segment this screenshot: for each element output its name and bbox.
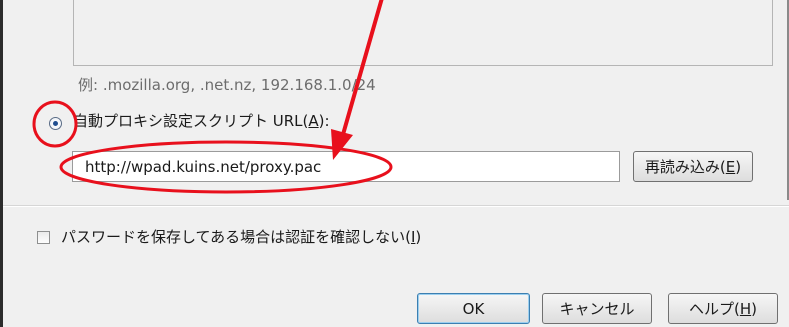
auto-config-label-pre: 自動プロキシ設定スクリプト URL( [73,112,309,130]
help-label-pre: ヘルプ( [689,300,740,318]
no-auth-prompt-label-post: ) [415,228,422,246]
no-auth-prompt-checkbox[interactable] [37,231,50,244]
help-label-post: ) [751,299,757,318]
help-button[interactable]: ヘルプ(H) [668,293,778,324]
no-proxy-for-textarea[interactable] [73,0,773,66]
cancel-button[interactable]: キャンセル [542,293,652,324]
reload-label-post: ) [735,157,742,176]
auto-config-label[interactable]: 自動プロキシ設定スクリプト URL(A): [73,110,330,131]
no-auth-prompt-label[interactable]: パスワードを保存してある場合は認証を確認しない(I) [61,226,421,247]
ok-button[interactable]: OK [417,293,530,324]
auto-config-label-accesskey: A [308,112,319,130]
reload-label-accesskey: E [725,157,736,176]
radio-selected-dot [53,121,58,126]
section-separator [3,205,789,207]
reload-label-pre: 再読み込み( [644,158,726,176]
auto-config-radio[interactable] [49,117,62,130]
window-left-border [0,0,3,327]
reload-button[interactable]: 再読み込み(E) [633,151,753,182]
no-auth-prompt-label-pre: パスワードを保存してある場合は認証を確認しない( [61,228,411,246]
auto-config-label-post: ): [318,112,330,130]
no-proxy-example-text: 例: .mozilla.org, .net.nz, 192.168.1.0/24 [78,76,376,94]
pac-url-input[interactable] [72,151,620,182]
help-label-accesskey: H [739,299,752,318]
